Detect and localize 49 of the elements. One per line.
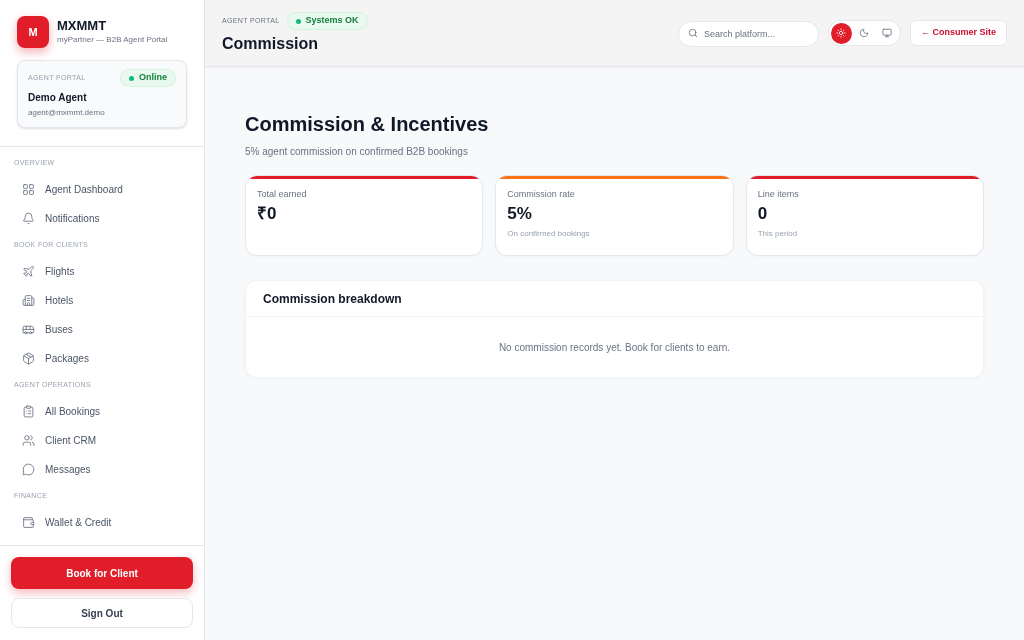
building-icon <box>22 294 35 307</box>
nav-item[interactable]: Buses <box>14 315 190 344</box>
sun-icon <box>836 28 847 38</box>
stat-value: ₹0 <box>257 203 278 225</box>
stat-label: Line items <box>757 188 800 200</box>
stat-label: Total earned <box>257 188 308 200</box>
nav-item[interactable]: Agent Dashboard <box>14 175 190 204</box>
moon-icon <box>859 28 870 38</box>
section-heading: Commission & Incentives <box>245 112 490 136</box>
brand-title: MXMMT <box>57 18 108 34</box>
chat-bubble-icon <box>22 463 35 476</box>
breakdown-title: Commission breakdown <box>263 290 402 308</box>
agent-email: agent@mxmmt.demo <box>28 107 106 118</box>
page-title: Commission <box>222 34 319 54</box>
stat-note: On confirmed bookings <box>507 228 591 239</box>
logo-tile: M <box>17 16 49 48</box>
nav-item[interactable]: All Bookings <box>14 397 190 426</box>
systems-status-badge: Systems OK <box>286 12 368 30</box>
plane-icon <box>22 265 35 278</box>
bell-icon <box>22 212 35 225</box>
nav-item[interactable]: Wallet & Credit <box>14 508 190 537</box>
nav-item[interactable]: Packages <box>14 344 190 373</box>
nav-item[interactable]: Messages <box>14 455 190 484</box>
online-badge: Online <box>120 69 176 87</box>
search-field[interactable]: Search platform... <box>678 21 819 47</box>
package-icon <box>22 352 35 365</box>
empty-state-message: No commission records yet. Book for clients to earn. <box>498 340 731 355</box>
stat-value: 5% <box>507 203 533 225</box>
nav-item[interactable]: Hotels <box>14 286 190 315</box>
bus-icon <box>22 323 35 336</box>
nav-item[interactable]: Notifications <box>14 204 190 233</box>
search-icon <box>688 28 698 38</box>
brand-subtitle: myPartner — B2B Agent Portal <box>57 34 168 46</box>
sign-out-button[interactable]: Sign Out <box>11 598 193 628</box>
agent-name: Demo Agent <box>28 91 88 105</box>
nav-item[interactable]: Flights <box>14 257 190 286</box>
consumer-site-link[interactable]: ← Consumer Site <box>910 20 1007 46</box>
clipboard-icon <box>22 405 35 418</box>
stat-value: 0 <box>757 203 769 225</box>
stat-note: This period <box>757 228 799 239</box>
users-icon <box>22 434 35 447</box>
grid-icon <box>22 183 35 196</box>
nav-item[interactable]: Client CRM <box>14 426 190 455</box>
monitor-icon <box>882 28 893 38</box>
wallet-icon <box>22 516 35 529</box>
stat-label: Commission rate <box>507 188 576 200</box>
section-subtitle: 5% agent commission on confirmed B2B bookings <box>245 145 469 159</box>
book-for-client-button[interactable]: Book for Client <box>11 557 193 589</box>
theme-option[interactable] <box>831 22 852 44</box>
